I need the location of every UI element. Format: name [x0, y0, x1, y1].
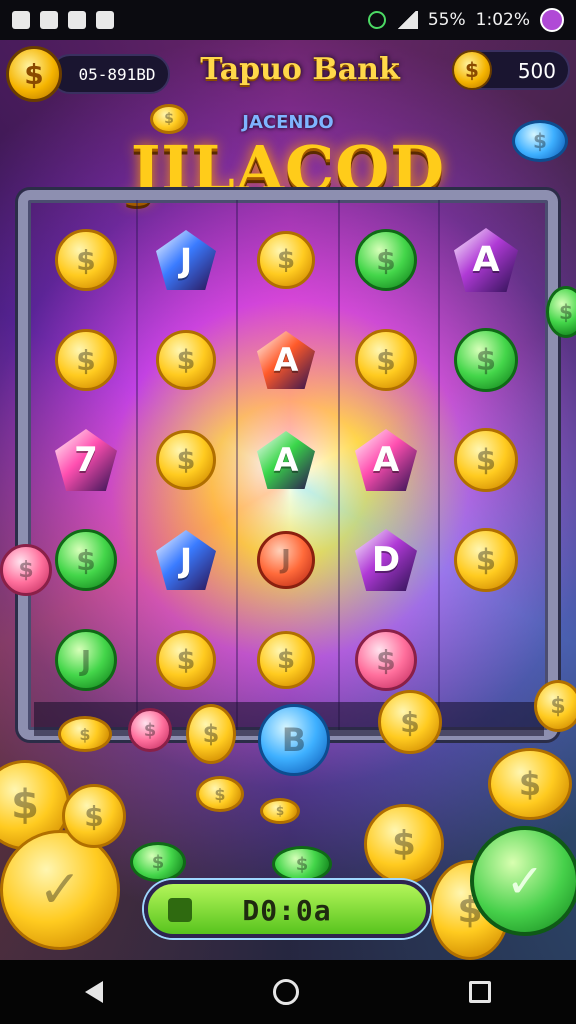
reel-symbol: $: [257, 631, 315, 689]
scatter-coin: $: [128, 708, 172, 752]
reel-divider: [136, 200, 138, 730]
scatter-coin: $: [58, 716, 112, 752]
app-notification-icon: [12, 11, 30, 29]
scatter-coin: $: [150, 104, 188, 134]
scatter-coin: $: [488, 748, 572, 820]
reel-symbol: $: [454, 428, 518, 492]
warning-notification-icon: [96, 11, 114, 29]
status-bar-notifications: [12, 11, 114, 29]
reel-symbol: $: [156, 430, 216, 490]
reel-symbol: $: [156, 330, 216, 390]
banner-subtitle: JACENDO: [242, 112, 334, 133]
reel-symbol: $: [55, 529, 117, 591]
tools-notification-icon: [68, 11, 86, 29]
game-title: Tapuo Bank: [200, 52, 400, 87]
storage-notification-icon: [40, 11, 58, 29]
coin-counter-icon: $: [452, 50, 492, 90]
scatter-coin: $: [260, 798, 300, 824]
coin-counter-value: 500: [517, 59, 556, 83]
scatter-coin: $: [378, 690, 442, 754]
scatter-coin: B: [258, 704, 330, 776]
reel-symbol: $: [454, 528, 518, 592]
signal-icon: [395, 11, 418, 29]
game-screen[interactable]: 05-891BD $ Tapuo Bank $ 500 JACENDO JILA…: [0, 40, 576, 960]
scatter-coin: $: [186, 704, 236, 764]
scatter-coin: $: [196, 776, 244, 812]
reel-symbol: $: [355, 329, 417, 391]
navigation-bar: [0, 960, 576, 1024]
clock: 1:02%: [475, 10, 530, 30]
reel-divider: [236, 200, 238, 730]
scatter-coin: $: [272, 846, 332, 882]
scatter-coin: $: [130, 842, 186, 882]
balance-coin-icon: $: [6, 46, 62, 102]
scatter-coin: $: [62, 784, 126, 848]
reel-symbol: $: [355, 229, 417, 291]
balance-value: 05-891BD: [50, 54, 170, 94]
reel-symbol: J: [257, 531, 315, 589]
battery-level: 55%: [427, 10, 466, 30]
reel-symbol: $: [355, 629, 417, 691]
recent-apps-icon[interactable]: [469, 981, 491, 1003]
back-icon[interactable]: [85, 981, 103, 1003]
reel-symbol: $: [454, 328, 518, 392]
reel-symbol: $: [257, 231, 315, 289]
coin-counter[interactable]: $ 500: [452, 50, 570, 90]
status-bar-system: 55% 1:02%: [367, 8, 564, 32]
reel-divider: [338, 200, 340, 730]
balance-display[interactable]: 05-891BD $: [6, 46, 170, 102]
spin-bar-label: D0:0a: [242, 894, 332, 927]
scatter-coin: $: [512, 120, 568, 162]
scatter-coin: $: [0, 544, 52, 596]
scatter-coin: ✓: [0, 830, 120, 950]
reel-symbol: $: [55, 329, 117, 391]
reel-symbol: $: [55, 229, 117, 291]
scatter-coin: $: [364, 804, 444, 884]
reel-symbol: $: [156, 630, 216, 690]
reel-divider: [438, 200, 440, 730]
reel-symbol: J: [55, 629, 117, 691]
spin-button[interactable]: ✓: [470, 826, 576, 936]
alarm-icon: [367, 11, 386, 29]
spin-bet-bar[interactable]: D0:0a: [144, 880, 430, 938]
app-status-icon: [540, 8, 564, 32]
scatter-coin: $: [534, 680, 576, 732]
status-bar: 55% 1:02%: [0, 0, 576, 40]
home-icon[interactable]: [273, 979, 299, 1005]
